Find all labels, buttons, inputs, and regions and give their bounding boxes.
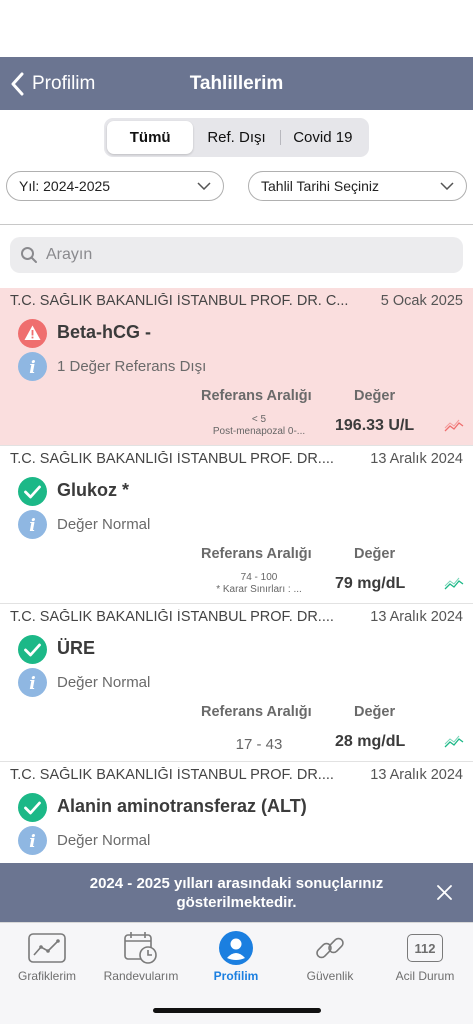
reference-range: 74 - 100 [240,572,278,583]
result-card[interactable]: T.C. SAĞLIK BAKANLIĞI İSTANBUL PROF. DR.… [0,288,473,446]
result-card[interactable]: T.C. SAĞLIK BAKANLIĞI İSTANBUL PROF. DR.… [0,604,473,762]
chevron-left-icon [11,72,24,95]
result-date: 13 Aralık 2024 [370,451,463,467]
search-icon [21,247,37,263]
test-name: Beta-hCG - [57,322,151,342]
reference-range-header: Referans Aralığı [201,704,312,720]
result-status-text: Değer Normal [57,832,151,849]
reference-range-header: Referans Aralığı [201,546,312,562]
svg-text:i: i [29,516,35,536]
checkmark-icon [18,635,47,664]
tab-label: Profilim [213,969,259,983]
value-header: Değer [354,388,396,404]
tab-security[interactable]: Güvenlik [283,929,377,983]
reference-range-header: Referans Aralığı [201,388,312,404]
tab-label: Grafiklerim [17,969,76,983]
lab-source: T.C. SAĞLIK BAKANLIĞI İSTANBUL PROF. DR.… [10,767,334,783]
trend-chart-icon[interactable] [444,735,464,749]
banner-text: 2024 - 2025 yılları arasındaki sonuçları… [89,874,384,911]
test-date-dropdown-label: Tahlil Tarihi Seçiniz [261,178,380,194]
warning-icon [18,319,47,348]
trend-chart-icon[interactable] [444,419,464,433]
test-name: ÜRE [57,638,96,658]
tab-label: Güvenlik [306,969,354,983]
result-date: 5 Ocak 2025 [380,293,463,309]
results-list[interactable]: T.C. SAĞLIK BAKANLIĞI İSTANBUL PROF. DR.… [0,288,473,863]
reference-range-note: Post-menapozal 0-... [212,426,306,437]
emergency-number: 112 [414,940,436,956]
filter-segmented-control: Tümü Ref. Dışı Covid 19 [104,118,369,157]
segment-all[interactable]: Tümü [107,121,194,154]
result-date: 13 Aralık 2024 [370,609,463,625]
calendar-clock-icon [124,932,157,964]
profile-icon [219,931,253,965]
value-header: Değer [354,704,396,720]
info-icon: i [18,826,47,855]
back-button-label: Profilim [32,72,96,94]
tab-graphs[interactable]: Grafiklerim [0,929,94,983]
test-date-dropdown[interactable]: Tahlil Tarihi Seçiniz [248,171,467,201]
graph-icon [28,933,66,963]
result-date: 13 Aralık 2024 [370,767,463,783]
search-placeholder: Arayın [46,246,93,263]
lab-source: T.C. SAĞLIK BAKANLIĞI İSTANBUL PROF. DR.… [10,451,334,467]
trend-chart-icon[interactable] [444,577,464,591]
result-status-text: 1 Değer Referans Dışı [57,358,207,375]
result-card[interactable]: T.C. SAĞLIK BAKANLIĞI İSTANBUL PROF. DR.… [0,762,473,863]
tab-appointments[interactable]: Randevularım [94,929,188,983]
lab-source: T.C. SAĞLIK BAKANLIĞI İSTANBUL PROF. DR.… [10,609,334,625]
info-icon: i [18,668,47,697]
info-banner: 2024 - 2025 yılları arasındaki sonuçları… [0,863,473,922]
svg-text:i: i [29,674,35,694]
link-chain-icon [316,937,344,959]
tab-emergency[interactable]: 112 Acil Durum [378,929,472,983]
reference-range-note: * Karar Sınırları : ... [216,584,302,595]
result-value: 79 mg/dL [335,575,406,592]
value-header: Değer [354,546,396,562]
chevron-down-icon [197,182,211,190]
checkmark-icon [18,793,47,822]
result-status-text: Değer Normal [57,516,151,533]
svg-text:i: i [29,832,35,852]
back-button[interactable]: Profilim [10,57,95,110]
reference-range: < 5 [251,414,267,425]
tab-profile[interactable]: Profilim [189,929,283,983]
reference-range: 17 - 43 [235,736,283,753]
search-input[interactable]: Arayın [10,237,463,273]
close-icon[interactable] [436,884,453,901]
segment-covid[interactable]: Covid 19 [279,121,366,154]
info-icon: i [18,352,47,381]
result-value: 196.33 U/L [335,417,415,434]
emergency-112-icon: 112 [407,934,443,962]
divider [0,224,473,225]
year-dropdown-label: Yıl: 2024-2025 [19,178,111,194]
segment-out-of-reference[interactable]: Ref. Dışı [193,121,279,154]
status-bar [0,0,473,57]
chevron-down-icon [440,182,454,190]
result-status-text: Değer Normal [57,674,151,691]
info-icon: i [18,510,47,539]
result-card[interactable]: T.C. SAĞLIK BAKANLIĞI İSTANBUL PROF. DR.… [0,446,473,604]
svg-text:i: i [29,358,35,378]
lab-source: T.C. SAĞLIK BAKANLIĞI İSTANBUL PROF. DR.… [10,293,349,309]
result-value: 28 mg/dL [335,733,406,750]
test-name: Glukoz * [57,480,130,500]
year-dropdown[interactable]: Yıl: 2024-2025 [6,171,224,201]
checkmark-icon [18,477,47,506]
tab-label: Randevularım [103,969,179,983]
test-name: Alanin aminotransferaz (ALT) [57,796,307,816]
navigation-bar: Profilim Tahlillerim [0,57,473,110]
tab-label: Acil Durum [395,969,455,983]
home-indicator [153,1008,321,1013]
